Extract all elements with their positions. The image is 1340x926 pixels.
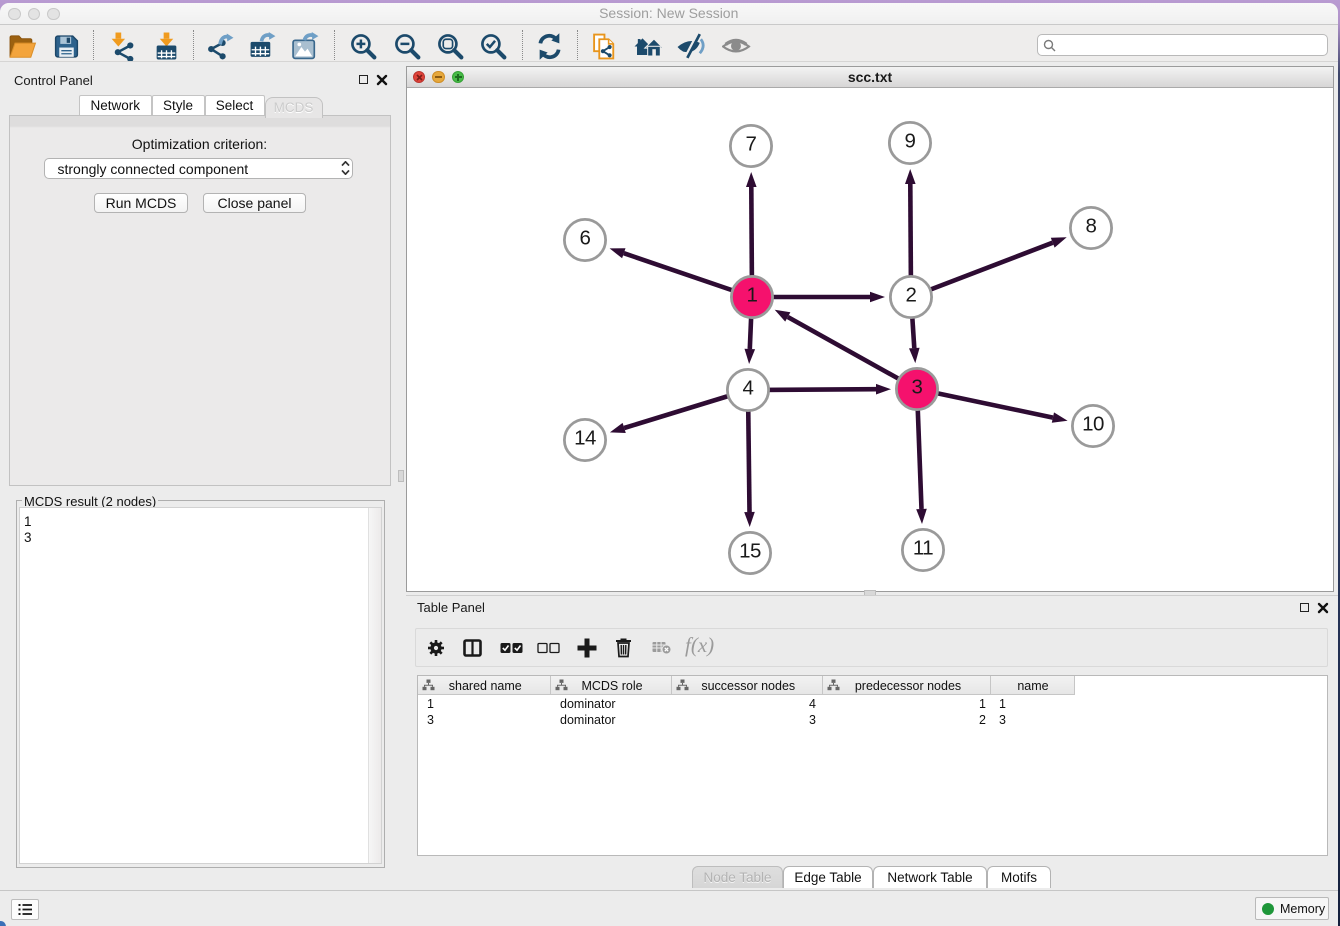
svg-text:7: 7 [746, 132, 757, 155]
svg-text:1: 1 [747, 283, 758, 306]
svg-text:6: 6 [580, 226, 591, 249]
svg-text:8: 8 [1086, 214, 1097, 237]
svg-text:4: 4 [743, 376, 754, 399]
svg-text:9: 9 [905, 129, 916, 152]
svg-text:11: 11 [913, 536, 933, 559]
svg-text:3: 3 [912, 375, 923, 398]
svg-text:10: 10 [1082, 412, 1104, 435]
svg-text:14: 14 [574, 426, 596, 449]
svg-text:15: 15 [739, 539, 761, 562]
svg-text:2: 2 [906, 283, 917, 306]
